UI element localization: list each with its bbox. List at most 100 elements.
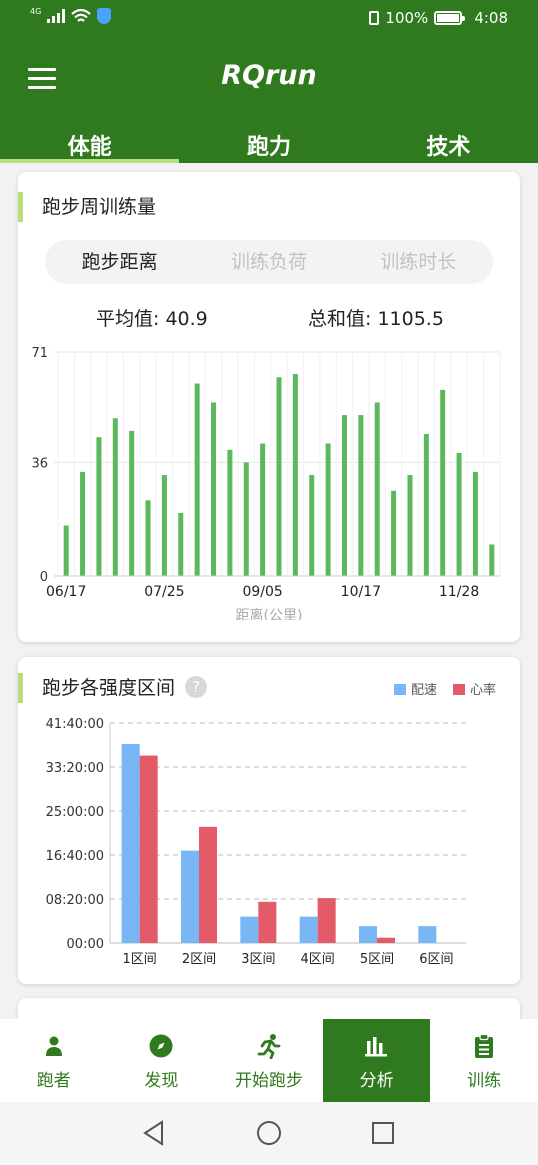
weekly-distance-chart: 0 36 71 06/17 07/25 09/05 10/17 11/28 距离(公里) — [31, 346, 501, 620]
vibrate-icon — [369, 11, 380, 25]
bar — [407, 475, 413, 576]
tab-technique[interactable]: 技术 — [359, 120, 538, 163]
bar — [243, 462, 249, 576]
runner-icon — [257, 1034, 281, 1059]
bar-pace — [359, 926, 377, 943]
bar — [63, 525, 69, 576]
x-tick-label: 4区间 — [301, 952, 335, 967]
battery-percent: 100% — [385, 9, 429, 27]
bar-heart-rate — [377, 937, 395, 943]
compass-icon — [149, 1034, 173, 1058]
bar — [325, 443, 331, 576]
bar — [358, 415, 364, 576]
home-icon[interactable] — [256, 1120, 282, 1146]
bar — [341, 415, 347, 576]
sum-stat: 总和值: 1105.5 — [308, 304, 444, 331]
nav-analysis[interactable]: 分析 — [322, 1019, 431, 1102]
bar — [260, 443, 266, 576]
bar — [309, 475, 315, 576]
tab-running-power[interactable]: 跑力 — [179, 120, 358, 163]
bar — [423, 434, 429, 576]
bar — [96, 437, 102, 576]
nav-start-run[interactable]: 开始跑步 — [215, 1019, 323, 1102]
bar — [161, 475, 167, 576]
x-tick-label: 6区间 — [419, 952, 453, 967]
sum-label: 总和值: — [308, 308, 372, 330]
bar-heart-rate — [199, 826, 217, 943]
bar-pace — [418, 926, 437, 943]
card-title: 跑步各强度区间? — [18, 673, 208, 703]
segment-duration[interactable]: 训练时长 — [344, 240, 493, 284]
y-tick-label: 08:20:00 — [46, 893, 104, 908]
y-tick-label: 33:20:00 — [46, 761, 104, 776]
bar-pace — [181, 850, 199, 943]
bar-heart-rate — [139, 755, 158, 943]
bar-pace — [299, 916, 318, 943]
legend-pace: 配速 — [393, 679, 437, 698]
sum-value: 1105.5 — [377, 308, 444, 330]
bar — [292, 374, 298, 576]
y-tick-label: 25:00:00 — [46, 805, 104, 820]
x-tick-label: 09/05 — [242, 584, 282, 600]
average-value: 40.9 — [165, 308, 208, 330]
bar — [211, 402, 217, 576]
intensity-zones-card: 跑步各强度区间? 配速 心率 00:00 08:20:00 16:40:00 25:0… — [18, 657, 520, 984]
x-tick-label: 3区间 — [241, 952, 275, 967]
bar — [456, 452, 462, 576]
recents-icon[interactable] — [371, 1121, 395, 1145]
tab-bar: 体能 跑力 技术 — [0, 120, 538, 163]
y-tick-label: 36 — [31, 456, 48, 471]
wifi-icon — [71, 8, 92, 22]
bar — [472, 471, 478, 576]
x-tick-label: 5区间 — [360, 952, 394, 967]
shield-icon — [97, 8, 112, 24]
x-axis-label: 距离(公里) — [236, 607, 303, 620]
segment-distance[interactable]: 跑步距离 — [45, 240, 194, 284]
average-label: 平均值: — [96, 308, 160, 330]
segment-load[interactable]: 训练负荷 — [194, 240, 343, 284]
bar — [440, 389, 446, 576]
x-tick-label: 10/17 — [341, 584, 381, 600]
bar — [80, 471, 86, 576]
bar — [112, 418, 118, 576]
bottom-nav: 跑者 发现 开始跑步 分析 训练 — [0, 1019, 538, 1102]
app-title: RQrun — [221, 60, 317, 91]
bar — [374, 402, 380, 576]
average-stat: 平均值: 40.9 — [96, 304, 208, 331]
x-tick-label: 07/25 — [144, 584, 184, 600]
clipboard-icon — [475, 1034, 494, 1058]
system-nav-bar — [0, 1102, 538, 1165]
person-icon — [45, 1036, 62, 1056]
x-tick-label: 06/17 — [46, 584, 86, 600]
help-icon[interactable]: ? — [185, 676, 208, 698]
bar-chart-icon — [364, 1037, 387, 1057]
signal-icon — [47, 9, 66, 23]
y-tick-label: 16:40:00 — [46, 849, 104, 864]
legend-heart-rate: 心率 — [452, 679, 496, 698]
y-tick-label: 71 — [31, 346, 48, 361]
bar-pace — [240, 916, 259, 943]
bar — [489, 544, 495, 576]
network-type: 4G — [30, 7, 42, 16]
bar-heart-rate — [258, 901, 277, 943]
nav-training[interactable]: 训练 — [430, 1019, 538, 1102]
tab-fitness[interactable]: 体能 — [0, 120, 180, 163]
bar-heart-rate — [317, 898, 336, 943]
metric-selector: 跑步距离 训练负荷 训练时长 — [45, 240, 493, 284]
x-tick-label: 2区间 — [182, 952, 216, 967]
y-tick-label: 41:40:00 — [46, 717, 104, 732]
nav-discover[interactable]: 发现 — [108, 1019, 216, 1102]
bar — [129, 430, 135, 576]
intensity-zones-chart: 00:00 08:20:00 16:40:00 25:00:00 33:20:00 41:… — [46, 717, 466, 967]
bar — [391, 490, 397, 576]
card-title: 跑步周训练量 — [18, 192, 156, 222]
x-tick-label: 11/28 — [439, 584, 479, 600]
nav-runner[interactable]: 跑者 — [0, 1019, 108, 1102]
bar — [194, 383, 200, 576]
chart-legend: 配速 心率 — [393, 679, 496, 698]
battery-icon — [434, 11, 466, 25]
back-icon[interactable] — [142, 1120, 166, 1146]
bar — [227, 449, 233, 576]
y-tick-label: 0 — [40, 570, 48, 585]
x-tick-label: 1区间 — [123, 952, 157, 967]
